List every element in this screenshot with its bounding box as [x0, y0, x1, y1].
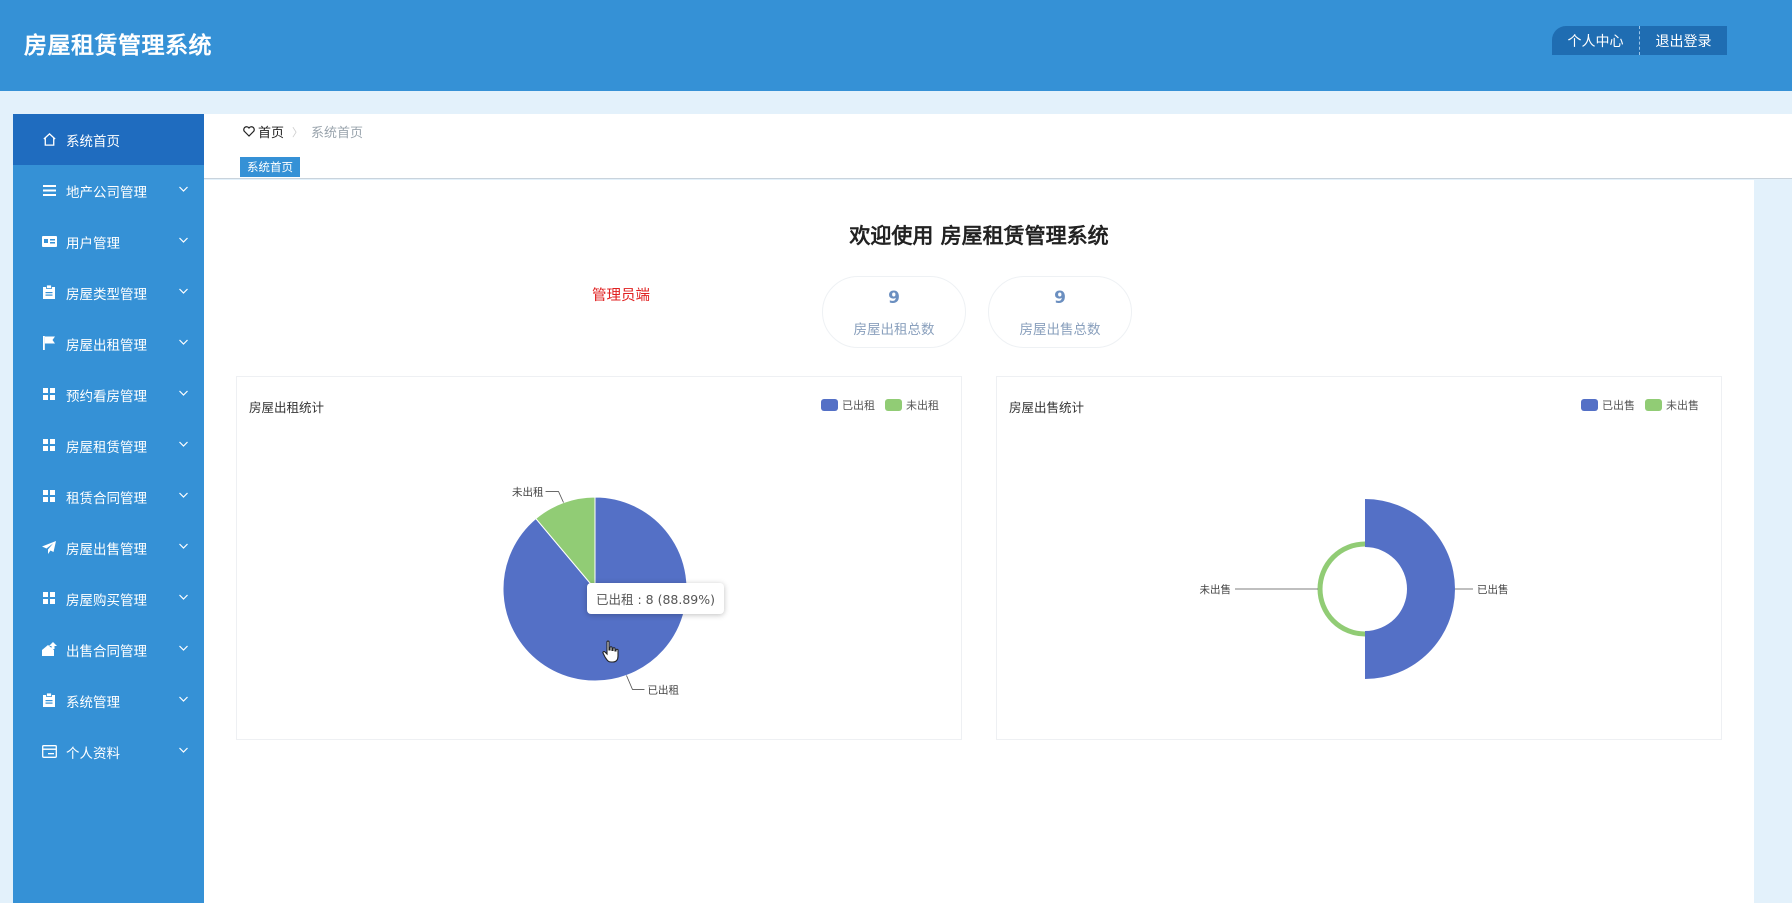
label-line-0 — [626, 675, 645, 690]
welcome-heading: 欢迎使用 房屋租赁管理系统 — [849, 224, 1109, 248]
sidebar-item-label: 房屋出售管理 — [66, 542, 147, 558]
home-icon — [41, 131, 57, 147]
sidebar-item-label: 租赁合同管理 — [66, 491, 147, 507]
list-icon — [41, 182, 57, 198]
chart-tooltip: 已出租 : 8 (88.89%) — [587, 583, 725, 614]
logout-button[interactable]: 退出登录 — [1640, 26, 1727, 55]
stat-value: 9 — [888, 288, 900, 308]
slice-label-1: 未出售 — [1200, 583, 1232, 596]
breadcrumb-home-label: 首页 — [258, 126, 285, 141]
chevron-down-icon — [178, 181, 190, 193]
breadcrumb-bar: 首页 〉 系统首页 系统首页 — [204, 114, 1792, 179]
tab-home[interactable]: 系统首页 — [240, 157, 300, 177]
dashboard-content: 欢迎使用 房屋租赁管理系统 管理员端 9 房屋出租总数 9 房屋出售总数 房屋出… — [204, 180, 1754, 903]
sidebar-item-0[interactable]: 系统首页 — [13, 114, 204, 165]
sidebar: 系统首页地产公司管理 用户管理房屋类型管理 房屋出租管理 预约看房管理 房屋租赁管理 租赁… — [13, 114, 204, 903]
stat-label: 房屋出售总数 — [1019, 322, 1101, 338]
sidebar-item-label: 系统首页 — [66, 134, 120, 150]
hand-cursor-icon — [602, 640, 619, 663]
chevron-down-icon — [178, 538, 190, 550]
sidebar-item-9[interactable]: 房屋购买管理 — [13, 573, 204, 624]
breadcrumb-current: 系统首页 — [311, 126, 364, 141]
header-actions: 个人中心 退出登录 — [1552, 26, 1727, 55]
chevron-down-icon — [178, 334, 190, 346]
house-upload-icon — [41, 641, 57, 657]
paper-plane-icon — [41, 539, 57, 555]
breadcrumb: 首页 〉 系统首页 — [243, 122, 363, 141]
sidebar-item-label: 房屋出租管理 — [66, 338, 147, 354]
sidebar-item-label: 房屋租赁管理 — [66, 440, 147, 456]
sidebar-item-7[interactable]: 租赁合同管理 — [13, 471, 204, 522]
chevron-down-icon — [178, 283, 190, 295]
grid-icon — [41, 590, 57, 606]
slice-label-0: 已出租 — [647, 683, 679, 696]
slice-label-1: 未出租 — [512, 486, 544, 499]
clipboard-icon — [41, 284, 57, 300]
sidebar-item-1[interactable]: 地产公司管理 — [13, 165, 204, 216]
chevron-down-icon — [178, 589, 190, 601]
grid-icon — [41, 437, 57, 453]
sidebar-item-label: 房屋类型管理 — [66, 287, 147, 303]
sale-total-stat: 9 房屋出售总数 — [988, 276, 1132, 348]
chevron-down-icon — [178, 436, 190, 448]
label-line-1 — [545, 491, 564, 503]
sidebar-item-3[interactable]: 房屋类型管理 — [13, 267, 204, 318]
sidebar-item-6[interactable]: 房屋租赁管理 — [13, 420, 204, 471]
sidebar-item-4[interactable]: 房屋出租管理 — [13, 318, 204, 369]
rent-total-stat: 9 房屋出租总数 — [822, 276, 966, 348]
main-area: 首页 〉 系统首页 系统首页 欢迎使用 房屋租赁管理系统 管理员端 9 房屋出租… — [204, 114, 1792, 903]
sidebar-item-label: 预约看房管理 — [66, 389, 147, 405]
stat-label: 房屋出租总数 — [853, 322, 935, 338]
clipboard-icon — [41, 692, 57, 708]
pie-slice-1[interactable] — [1317, 541, 1366, 637]
sidebar-item-label: 地产公司管理 — [66, 185, 147, 201]
sidebar-item-12[interactable]: 个人资料 — [13, 726, 204, 777]
sidebar-item-label: 系统管理 — [66, 695, 120, 711]
sidebar-item-2[interactable]: 用户管理 — [13, 216, 204, 267]
sidebar-item-label: 出售合同管理 — [66, 644, 147, 660]
card-icon — [41, 743, 57, 759]
sidebar-item-10[interactable]: 出售合同管理 — [13, 624, 204, 675]
app-title: 房屋租赁管理系统 — [24, 33, 212, 59]
chevron-down-icon — [178, 487, 190, 499]
profile-center-button[interactable]: 个人中心 — [1552, 26, 1640, 55]
chevron-down-icon — [178, 232, 190, 244]
id-card-icon — [41, 233, 57, 249]
breadcrumb-separator: 〉 — [292, 125, 304, 139]
chevron-down-icon — [178, 385, 190, 397]
stat-value: 9 — [1054, 288, 1066, 308]
top-header: 房屋租赁管理系统 个人中心 退出登录 — [0, 0, 1792, 91]
grid-icon — [41, 386, 57, 402]
heart-icon — [243, 126, 255, 137]
rent-chart-panel: 房屋出租统计 已出租 未出租 已出租 未出租 已出租 : 8 (88.89%) — [236, 376, 962, 740]
chevron-down-icon — [178, 742, 190, 754]
sidebar-item-label: 个人资料 — [66, 746, 120, 762]
rent-pie-chart[interactable]: 已出租 未出租 — [237, 377, 963, 741]
role-label: 管理员端 — [592, 288, 650, 304]
sidebar-item-label: 用户管理 — [66, 236, 120, 252]
slice-label-0: 已出售 — [1477, 583, 1509, 596]
sale-donut-chart[interactable]: 已出售 未出售 — [997, 377, 1723, 741]
sidebar-item-5[interactable]: 预约看房管理 — [13, 369, 204, 420]
sidebar-item-11[interactable]: 系统管理 — [13, 675, 204, 726]
breadcrumb-home[interactable]: 首页 — [243, 122, 284, 141]
chevron-down-icon — [178, 640, 190, 652]
flag-icon — [41, 335, 57, 351]
pie-slice-0[interactable] — [1365, 499, 1455, 679]
chevron-down-icon — [178, 691, 190, 703]
sidebar-item-label: 房屋购买管理 — [66, 593, 147, 609]
grid-icon — [41, 488, 57, 504]
sale-chart-panel: 房屋出售统计 已出售 未出售 已出售 未出售 — [996, 376, 1722, 740]
sidebar-item-8[interactable]: 房屋出售管理 — [13, 522, 204, 573]
